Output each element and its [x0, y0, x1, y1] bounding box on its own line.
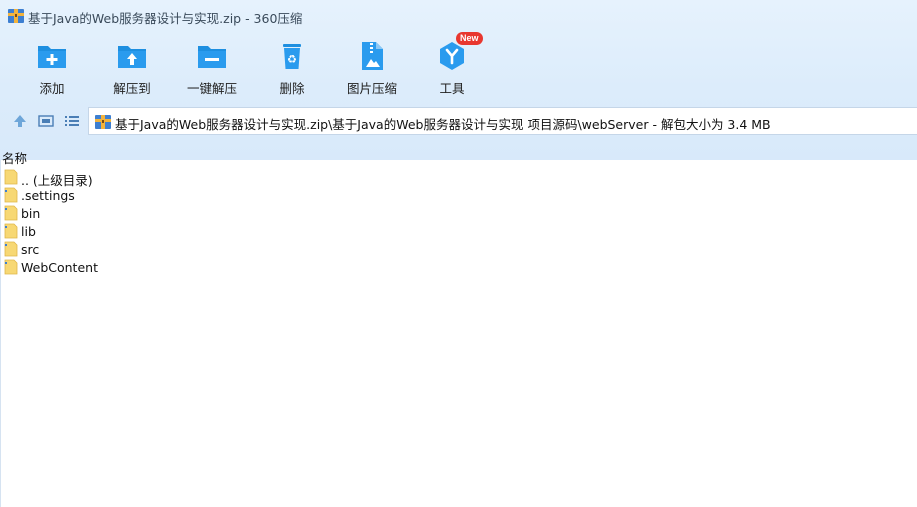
archive-icon	[95, 115, 111, 129]
extract-to-icon	[118, 46, 146, 68]
list-item[interactable]: lib	[0, 222, 917, 240]
title-bar[interactable]: 基于Java的Web服务器设计与实现.zip - 360压缩	[0, 0, 917, 32]
file-name: bin	[21, 206, 41, 221]
folder-icon	[4, 259, 18, 275]
column-header-name[interactable]: 名称	[2, 148, 27, 167]
up-arrow-icon[interactable]	[11, 112, 29, 130]
tools-label: 工具	[439, 81, 465, 96]
folder-icon	[4, 241, 18, 257]
add-label: 添加	[39, 81, 65, 96]
list-item[interactable]: bin	[0, 204, 917, 222]
list-item-parent-dir[interactable]: .. (上级目录)	[0, 168, 917, 188]
address-bar[interactable]: 基于Java的Web服务器设计与实现.zip\基于Java的Web服务器设计与实…	[88, 107, 917, 135]
add-folder-icon	[38, 46, 66, 68]
file-name: WebContent	[21, 260, 98, 275]
file-list-header: 名称	[0, 145, 917, 167]
folder-icon	[4, 169, 18, 185]
archive-icon	[8, 9, 24, 23]
one-click-extract-label: 一键解压	[186, 81, 237, 96]
folder-icon	[4, 223, 18, 239]
address-path: 基于Java的Web服务器设计与实现.zip\基于Java的Web服务器设计与实…	[115, 117, 771, 132]
list-item[interactable]: src	[0, 240, 917, 258]
window-title: 基于Java的Web服务器设计与实现.zip - 360压缩	[28, 11, 303, 26]
file-name: src	[21, 242, 40, 257]
svg-text:♻: ♻	[287, 53, 297, 66]
file-name: .settings	[21, 188, 75, 203]
list-item[interactable]: .settings	[0, 186, 917, 204]
delete-button[interactable]: ♻ 删除	[256, 36, 328, 98]
main-toolbar: 添加 解压到 一键解压 ♻ 删除 图片压缩 New 工具	[0, 32, 917, 98]
list-item[interactable]: WebContent	[0, 258, 917, 276]
file-name: lib	[21, 224, 36, 239]
new-badge: New	[456, 32, 483, 45]
list-view-icon[interactable]	[63, 112, 81, 130]
folder-icon	[4, 187, 18, 203]
tools-button[interactable]: New 工具	[416, 32, 488, 98]
one-click-extract-button[interactable]: 一键解压	[176, 36, 248, 98]
delete-label: 删除	[279, 81, 305, 96]
window-header: 基于Java的Web服务器设计与实现.zip - 360压缩 添加 解压到 一键…	[0, 0, 917, 160]
folder-icon	[4, 205, 18, 221]
image-compress-button[interactable]: 图片压缩	[336, 36, 408, 98]
navigation-bar: 基于Java的Web服务器设计与实现.zip\基于Java的Web服务器设计与实…	[0, 105, 917, 137]
extract-to-label: 解压到	[113, 81, 151, 96]
recycle-bin-icon: ♻	[283, 44, 301, 69]
extract-to-button[interactable]: 解压到	[96, 36, 168, 98]
add-button[interactable]: 添加	[16, 36, 88, 98]
one-click-extract-icon	[198, 46, 226, 68]
image-compress-label: 图片压缩	[346, 81, 397, 96]
image-compress-icon	[362, 42, 383, 70]
thumbnail-view-icon[interactable]	[37, 112, 55, 130]
